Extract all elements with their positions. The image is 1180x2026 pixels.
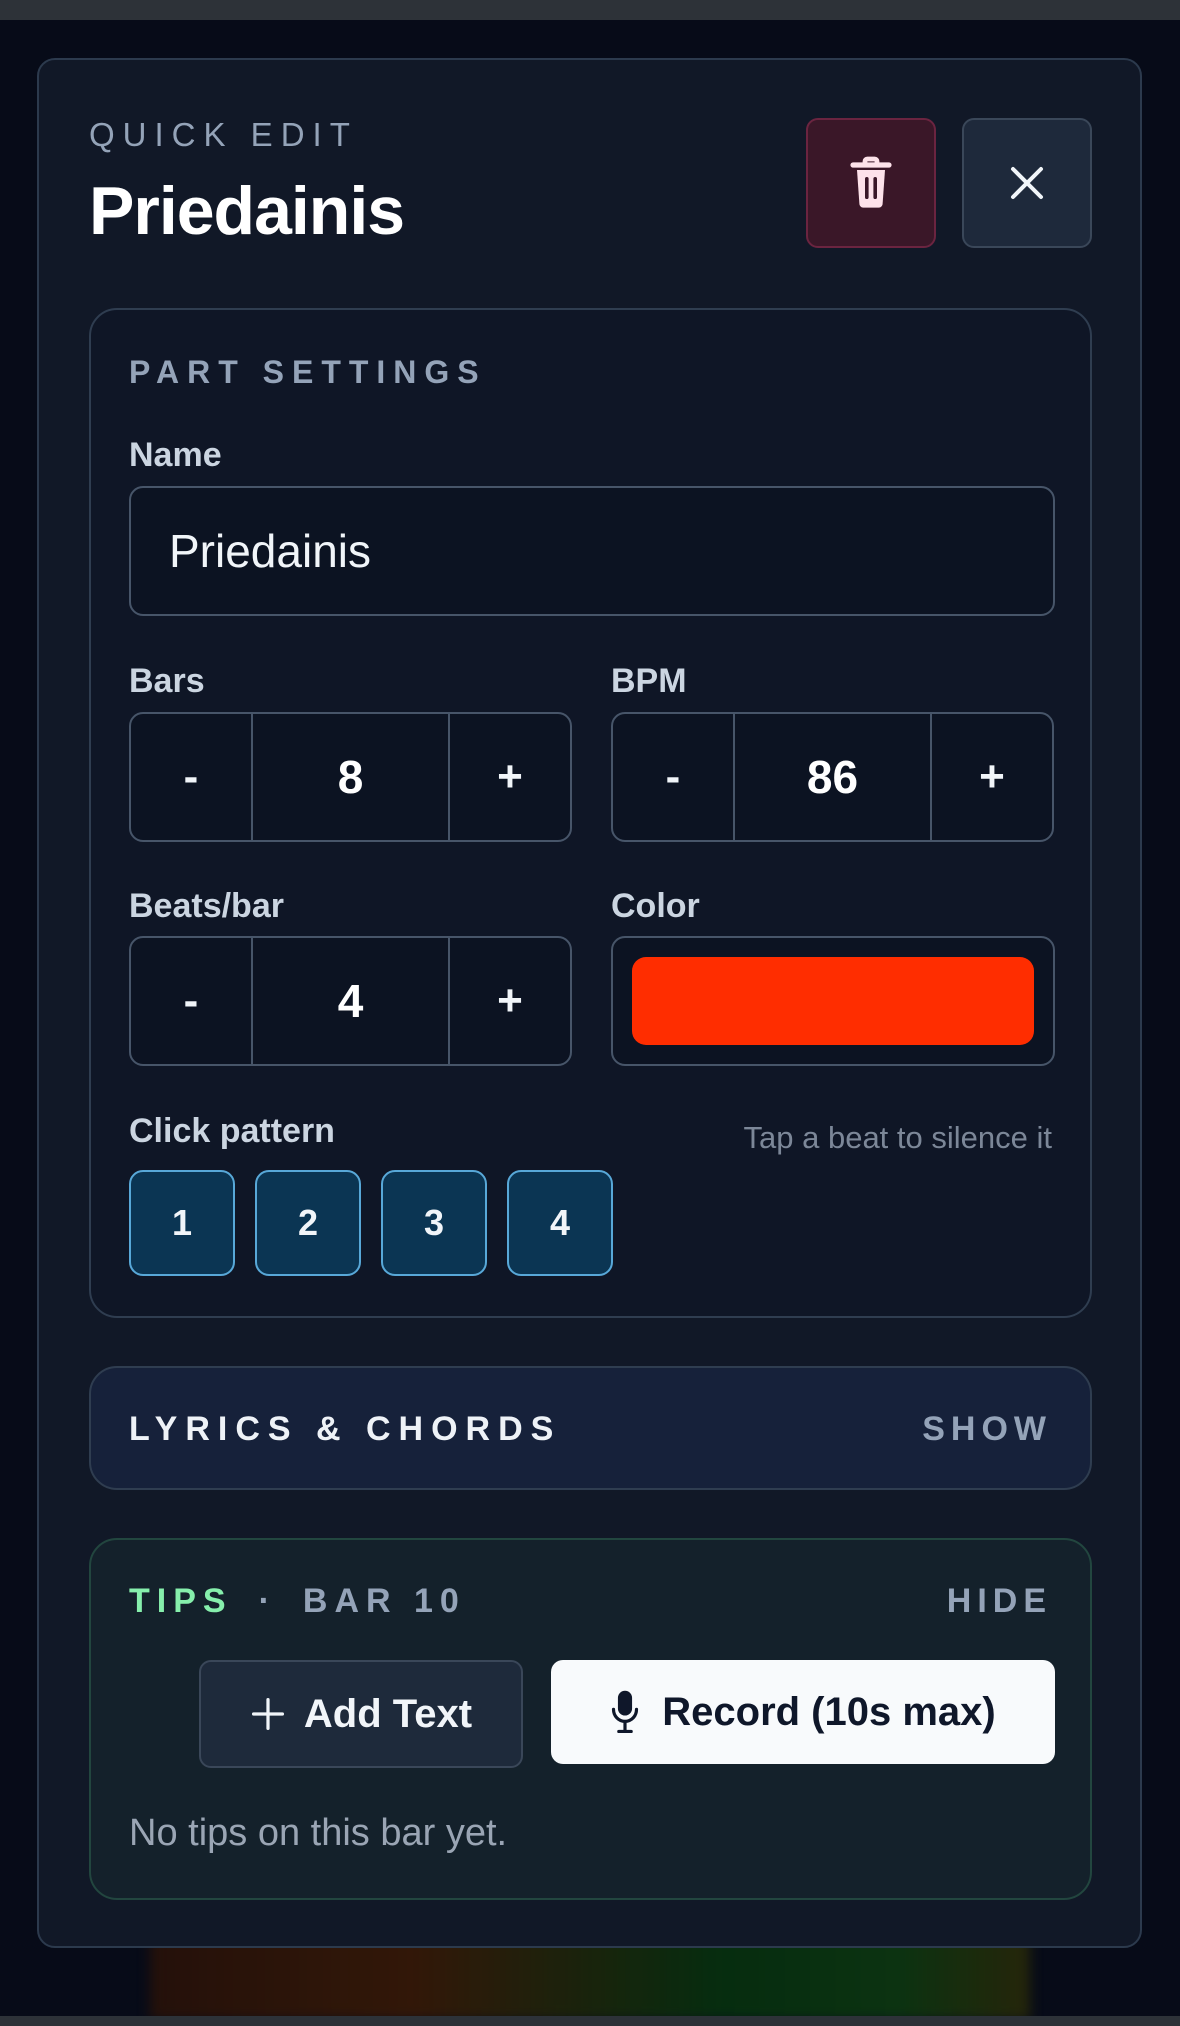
click-pattern-label: Click pattern	[129, 1112, 335, 1150]
record-button[interactable]: Record (10s max)	[551, 1660, 1055, 1764]
bars-stepper: - 8 +	[129, 712, 572, 842]
bpm-value: 86	[733, 714, 932, 840]
beat-toggle-2[interactable]: 2	[255, 1170, 361, 1276]
bars-decrement-button[interactable]: -	[131, 714, 251, 840]
bpm-increment-button[interactable]: +	[932, 714, 1052, 840]
bars-increment-button[interactable]: +	[450, 714, 570, 840]
beat-toggle-3[interactable]: 3	[381, 1170, 487, 1276]
color-picker[interactable]	[611, 936, 1055, 1066]
beat-toggle-1[interactable]: 1	[129, 1170, 235, 1276]
tips-separator: ·	[258, 1582, 277, 1620]
bpm-decrement-button[interactable]: -	[613, 714, 733, 840]
panel-title: Priedainis	[89, 173, 405, 249]
color-swatch[interactable]	[632, 957, 1034, 1045]
add-text-button[interactable]: Add Text	[199, 1660, 523, 1768]
color-label: Color	[611, 887, 700, 925]
bpm-stepper: - 86 +	[611, 712, 1054, 842]
bpm-label: BPM	[611, 662, 687, 700]
quick-edit-panel: QUICK EDIT Priedainis PART SETTINGS Name…	[37, 58, 1142, 1948]
close-button[interactable]	[962, 118, 1092, 248]
lyrics-chords-card[interactable]: LYRICS & CHORDS SHOW	[89, 1366, 1092, 1490]
microphone-icon	[612, 1690, 639, 1734]
close-icon	[1011, 167, 1043, 199]
panel-kicker: QUICK EDIT	[89, 116, 358, 153]
beats-per-bar-stepper: - 4 +	[129, 936, 572, 1066]
delete-button[interactable]	[806, 118, 936, 248]
plus-icon	[251, 1697, 284, 1731]
name-input[interactable]	[129, 486, 1055, 616]
tips-card: TIPS · BAR 10 HIDE Add Text Record (10s …	[89, 1538, 1092, 1900]
click-pattern-hint: Tap a beat to silence it	[743, 1120, 1052, 1155]
tips-heading: TIPS · BAR 10	[129, 1582, 466, 1621]
lyrics-chords-heading: LYRICS & CHORDS	[129, 1410, 562, 1448]
beats-per-bar-value: 4	[251, 938, 450, 1064]
bottom-strip	[0, 2016, 1180, 2026]
part-settings-heading: PART SETTINGS	[129, 354, 487, 390]
lyrics-show-toggle[interactable]: SHOW	[922, 1410, 1052, 1449]
trash-icon	[850, 156, 892, 208]
tips-empty-message: No tips on this bar yet.	[129, 1812, 508, 1854]
tips-bar-label: BAR 10	[302, 1582, 466, 1620]
part-settings-card: PART SETTINGS Name Bars - 8 + BPM - 86 +…	[89, 308, 1092, 1318]
name-label: Name	[129, 436, 222, 474]
tips-label: TIPS	[129, 1582, 233, 1620]
tips-hide-toggle[interactable]: HIDE	[947, 1582, 1052, 1621]
bars-label: Bars	[129, 662, 205, 700]
record-label: Record (10s max)	[662, 1689, 996, 1734]
beats-per-bar-label: Beats/bar	[129, 887, 284, 925]
top-status-strip	[0, 0, 1180, 20]
add-text-label: Add Text	[303, 1691, 473, 1736]
beat-toggle-4[interactable]: 4	[507, 1170, 613, 1276]
beats-per-bar-decrement-button[interactable]: -	[131, 938, 251, 1064]
beats-per-bar-increment-button[interactable]: +	[450, 938, 570, 1064]
bars-value: 8	[251, 714, 450, 840]
